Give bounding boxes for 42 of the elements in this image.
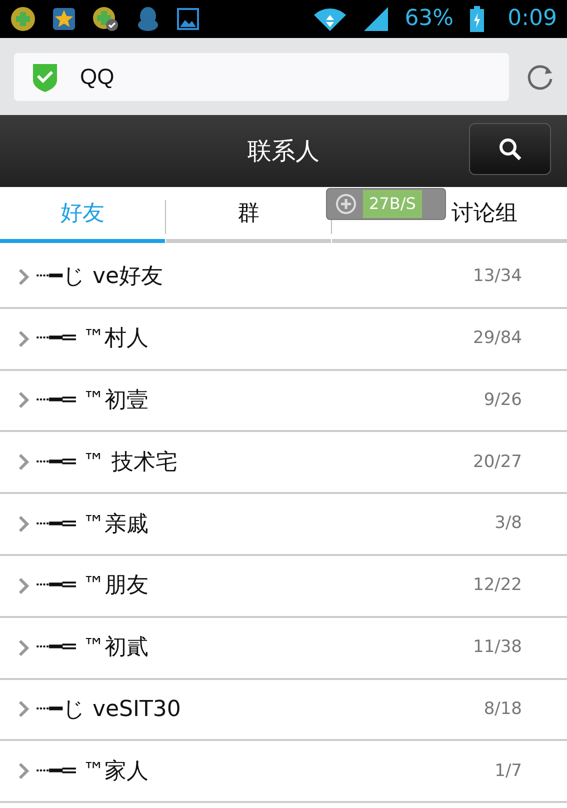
plus-circle-icon xyxy=(335,193,357,215)
online-count: 8/18 xyxy=(484,698,522,721)
online-count: 3/8 xyxy=(494,512,522,536)
group-row[interactable]: ┈━═ ™亲戚 3/8 xyxy=(0,494,567,556)
online-count: 12/22 xyxy=(473,574,522,598)
group-name: ┈━═ ™家人 xyxy=(36,758,149,786)
group-row[interactable]: ┈━═ ™初壹 9/26 xyxy=(0,370,567,432)
group-row[interactable]: ┈━═ ™ 技术宅 20/27 xyxy=(0,432,567,494)
page-title: 联系人 xyxy=(248,136,320,167)
search-icon xyxy=(498,137,522,161)
online-count: 13/34 xyxy=(473,265,522,288)
wifi-icon xyxy=(312,6,347,32)
image-icon xyxy=(176,7,200,31)
battery-icon xyxy=(470,6,484,32)
battery-percentage: 63% xyxy=(404,8,454,30)
coin-check-icon xyxy=(92,6,120,32)
search-button[interactable] xyxy=(469,123,551,175)
group-name: ┈━═ ™初貳 xyxy=(36,634,149,662)
network-speed: 27B/S xyxy=(363,190,422,218)
group-name: ┈━═ ™ 技术宅 xyxy=(36,448,178,477)
group-name: ┈━じ veSIT30 xyxy=(36,696,181,724)
online-count: 11/38 xyxy=(473,636,522,659)
online-count: 1/7 xyxy=(494,760,522,783)
group-row[interactable]: ┈━じ veSIT30 8/18 xyxy=(0,680,567,742)
address-field[interactable]: QQ xyxy=(14,52,509,100)
group-row[interactable]: ┈━じ ve好友 13/34 xyxy=(0,247,567,309)
group-row[interactable]: ┈━═ ™村人 29/84 xyxy=(0,308,567,371)
online-count: 29/84 xyxy=(473,326,522,350)
group-name: ┈━═ ™朋友 xyxy=(36,572,149,600)
coin-plus-icon xyxy=(10,6,36,32)
group-row[interactable]: ┈━═ ™初貳 11/38 xyxy=(0,618,567,680)
online-count: 20/27 xyxy=(473,450,522,474)
online-count: 9/26 xyxy=(484,388,522,412)
shield-check-icon xyxy=(32,62,58,92)
group-row[interactable]: ┈━═ ™家人 1/7 xyxy=(0,741,567,804)
signal-icon xyxy=(362,6,389,32)
clock: 0:09 xyxy=(508,8,557,30)
group-name: ┈━じ ve好友 xyxy=(36,263,164,292)
group-name: ┈━═ ™亲戚 xyxy=(36,510,149,539)
group-name: ┈━═ ™初壹 xyxy=(36,386,149,415)
group-name: ┈━═ ™村人 xyxy=(36,325,149,354)
group-row[interactable]: ┈━═ ™朋友 12/22 xyxy=(0,556,567,618)
